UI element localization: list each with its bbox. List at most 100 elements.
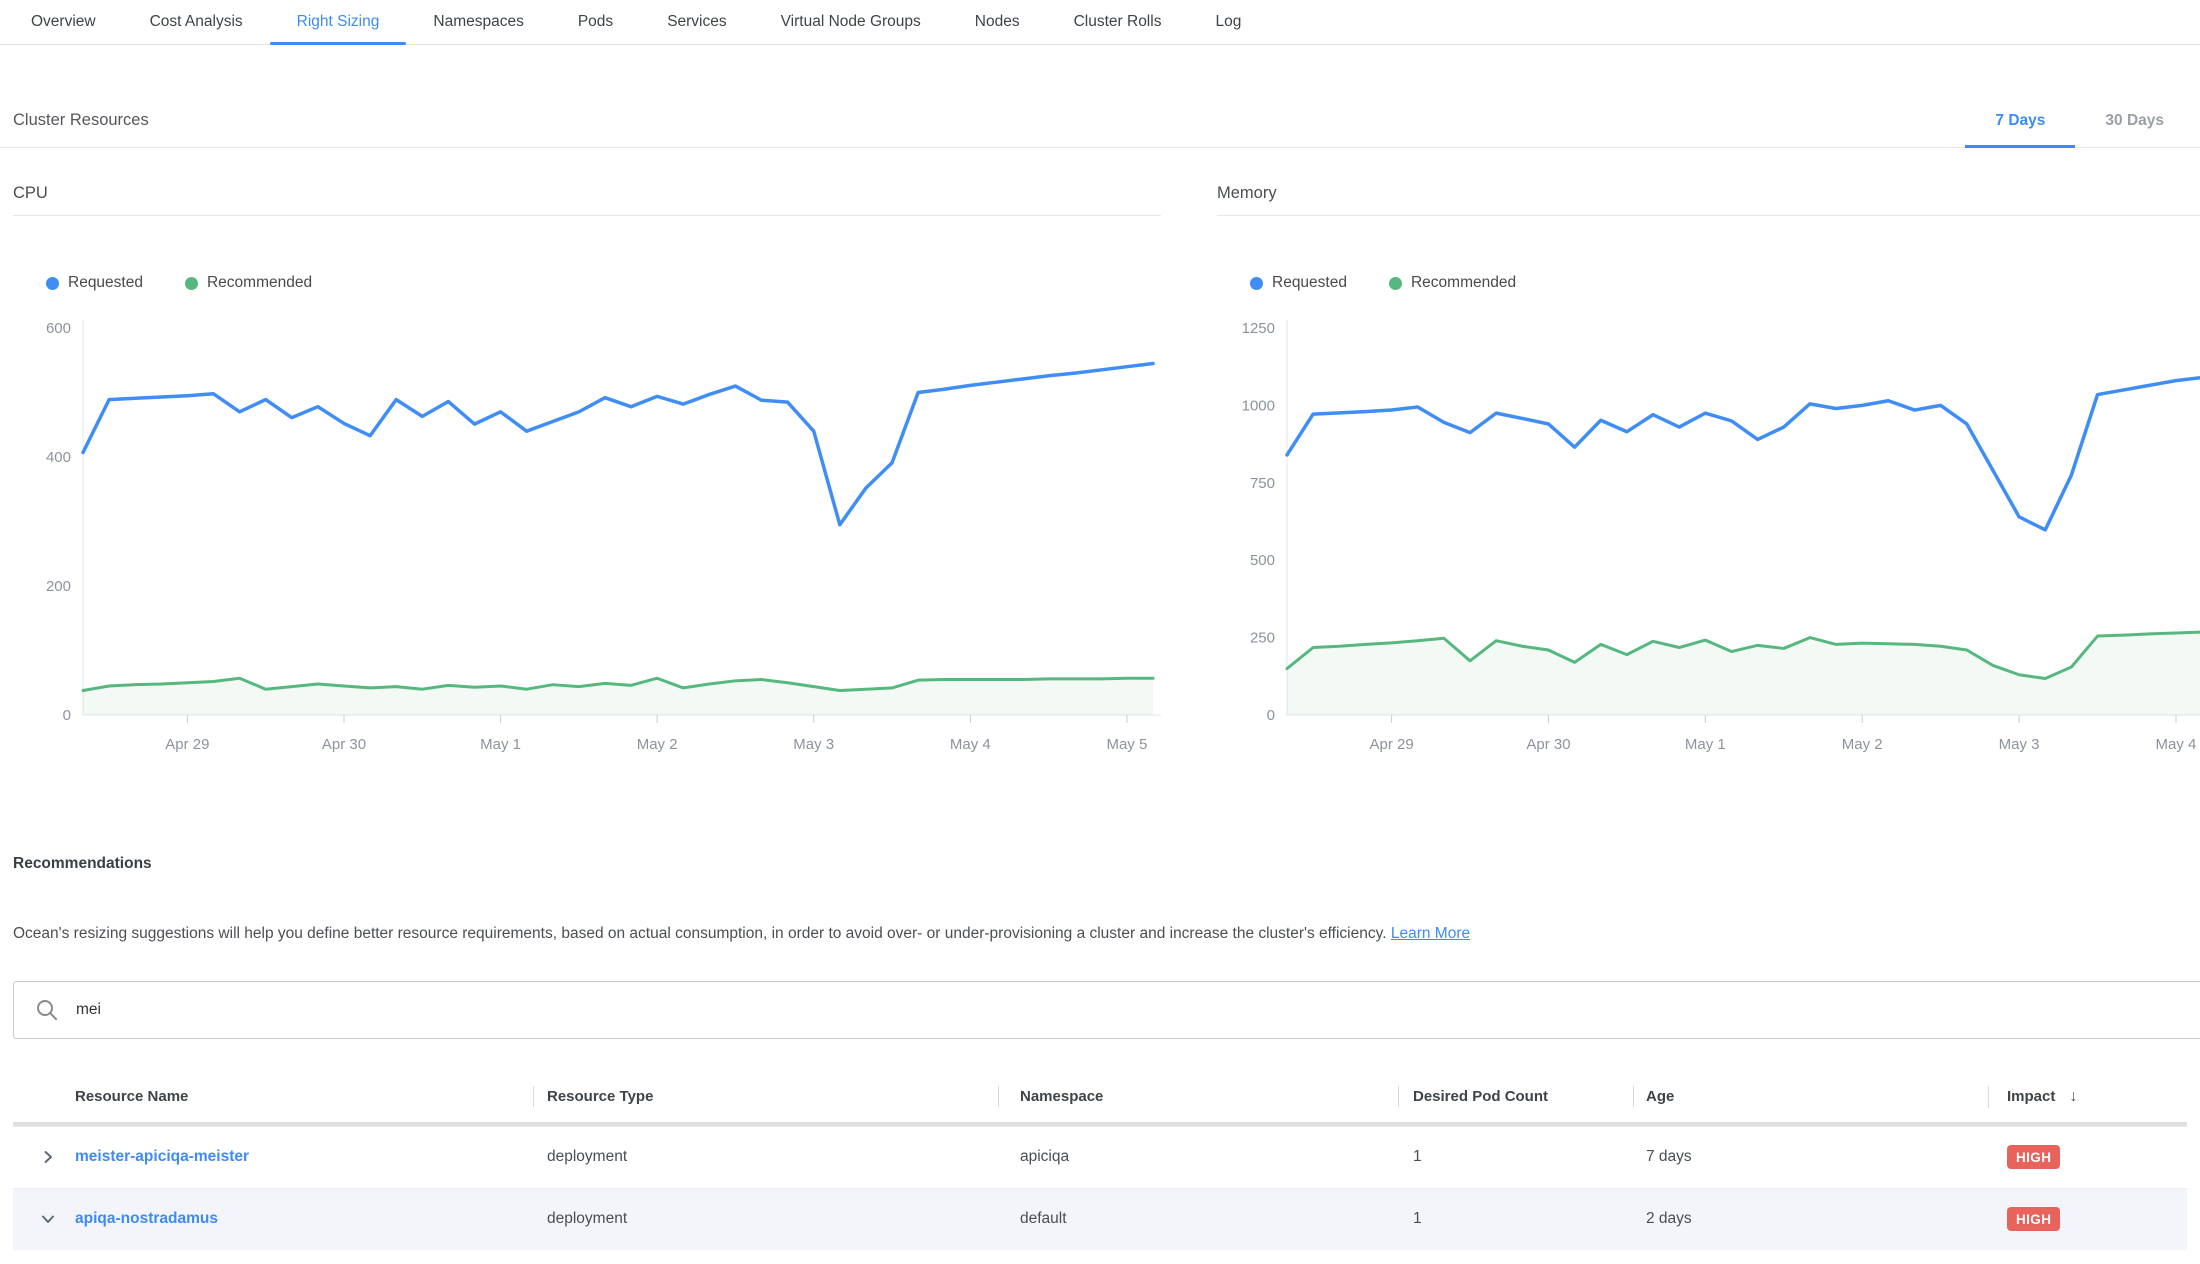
memory-line-chart: 025050075010001250Apr 29Apr 30May 1May 2… <box>1217 304 2200 779</box>
range-30-days-label: 30 Days <box>2105 112 2164 129</box>
tab-label: Nodes <box>975 13 1020 31</box>
learn-more-link[interactable]: Learn More <box>1391 925 1470 942</box>
desired-pod-count-cell: 1 <box>1398 1148 1633 1166</box>
tab-virtual-node-groups[interactable]: Virtual Node Groups <box>754 0 948 44</box>
resource-type-cell: deployment <box>533 1148 998 1166</box>
tab-namespaces[interactable]: Namespaces <box>406 0 550 44</box>
legend-label: Recommended <box>207 274 312 292</box>
section-title: Cluster Resources <box>0 111 149 147</box>
tab-right-sizing[interactable]: Right Sizing <box>270 0 407 44</box>
svg-text:Apr 30: Apr 30 <box>1526 736 1570 753</box>
svg-text:Apr 29: Apr 29 <box>1369 736 1413 753</box>
cpu-chart-title: CPU <box>13 184 1161 216</box>
table-row[interactable]: meister-apiciqa-meister deployment apici… <box>13 1126 2187 1188</box>
impact-cell: HIGH <box>1988 1207 2187 1231</box>
legend-item-requested[interactable]: Requested <box>1250 274 1347 292</box>
svg-text:750: 750 <box>1250 475 1275 492</box>
search-input[interactable] <box>13 981 2200 1039</box>
requested-dot-icon <box>46 277 59 290</box>
recommendations-table: Resource Name Resource Type Namespace De… <box>13 1069 2187 1250</box>
legend-label: Recommended <box>1411 274 1516 292</box>
range-30-days[interactable]: 30 Days <box>2075 112 2194 147</box>
resource-name-cell: apiqa-nostradamus <box>75 1210 533 1228</box>
table-header-row: Resource Name Resource Type Namespace De… <box>13 1069 2187 1126</box>
collapse-row-button[interactable] <box>37 1208 59 1230</box>
tab-services[interactable]: Services <box>640 0 753 44</box>
tab-label: Virtual Node Groups <box>781 13 921 31</box>
column-header-impact[interactable]: Impact ↓ <box>1988 1088 2187 1122</box>
desired-pod-count-cell: 1 <box>1398 1210 1633 1228</box>
legend-item-requested[interactable]: Requested <box>46 274 143 292</box>
svg-text:Apr 30: Apr 30 <box>322 736 366 753</box>
expand-row-button[interactable] <box>37 1146 59 1168</box>
recommendations-description: Ocean's resizing suggestions will help y… <box>13 923 2187 945</box>
svg-text:May 2: May 2 <box>1842 736 1883 753</box>
resource-name-link[interactable]: apiqa-nostradamus <box>75 1210 218 1227</box>
column-header-namespace: Namespace <box>998 1088 1398 1121</box>
legend-item-recommended[interactable]: Recommended <box>185 274 312 292</box>
resource-name-cell: meister-apiciqa-meister <box>75 1148 533 1166</box>
cpu-line-chart: 0200400600Apr 29Apr 30May 1May 2May 3May… <box>13 304 1161 779</box>
svg-text:200: 200 <box>46 578 71 595</box>
svg-text:May 1: May 1 <box>480 736 521 753</box>
active-tab-underline <box>270 42 407 45</box>
svg-text:250: 250 <box>1250 630 1275 647</box>
tab-label: Overview <box>31 13 96 31</box>
svg-text:500: 500 <box>1250 552 1275 569</box>
impact-high-badge: HIGH <box>2007 1145 2060 1169</box>
chevron-right-icon <box>39 1148 57 1166</box>
sort-desc-icon: ↓ <box>2070 1088 2078 1105</box>
chevron-down-icon <box>39 1210 57 1228</box>
svg-text:May 3: May 3 <box>1999 736 2040 753</box>
tab-cluster-rolls[interactable]: Cluster Rolls <box>1047 0 1189 44</box>
tab-overview[interactable]: Overview <box>4 0 123 44</box>
recommendations-title: Recommendations <box>13 855 2187 873</box>
table-row[interactable]: apiqa-nostradamus deployment default 1 2… <box>13 1188 2187 1250</box>
top-tab-bar: Overview Cost Analysis Right Sizing Name… <box>0 0 2200 45</box>
svg-text:May 4: May 4 <box>2156 736 2197 753</box>
column-header-resource-name: Resource Name <box>75 1088 533 1121</box>
range-7-days[interactable]: 7 Days <box>1965 112 2075 147</box>
recommendations-section: Recommendations Ocean's resizing suggest… <box>13 855 2187 1250</box>
column-header-resource-type: Resource Type <box>533 1088 998 1121</box>
recommended-dot-icon <box>185 277 198 290</box>
memory-chart-title: Memory <box>1217 184 2200 216</box>
age-cell: 2 days <box>1633 1210 1988 1228</box>
svg-text:Apr 29: Apr 29 <box>165 736 209 753</box>
tab-label: Log <box>1215 13 1241 31</box>
tab-nodes[interactable]: Nodes <box>948 0 1047 44</box>
resource-name-link[interactable]: meister-apiciqa-meister <box>75 1148 249 1165</box>
tab-label: Pods <box>578 13 613 31</box>
recommended-dot-icon <box>1389 277 1402 290</box>
legend-label: Requested <box>68 274 143 292</box>
impact-cell: HIGH <box>1988 1145 2187 1169</box>
svg-text:1000: 1000 <box>1242 397 1275 414</box>
tab-label: Cluster Rolls <box>1074 13 1162 31</box>
cpu-chart-legend: Requested Recommended <box>46 274 1161 292</box>
header-spacer <box>13 1097 75 1113</box>
legend-item-recommended[interactable]: Recommended <box>1389 274 1516 292</box>
namespace-cell: default <box>998 1210 1398 1228</box>
tab-log[interactable]: Log <box>1188 0 1268 44</box>
namespace-cell: apiciqa <box>998 1148 1398 1166</box>
column-header-age: Age <box>1633 1088 1988 1121</box>
svg-text:May 5: May 5 <box>1106 736 1147 753</box>
impact-high-badge: HIGH <box>2007 1207 2060 1231</box>
tab-cost-analysis[interactable]: Cost Analysis <box>123 0 270 44</box>
tab-label: Cost Analysis <box>150 13 243 31</box>
memory-chart-panel: Memory Requested Recommended 0 250 500 750 1… <box>1217 184 2200 779</box>
svg-text:May 2: May 2 <box>637 736 678 753</box>
svg-text:0: 0 <box>1267 707 1275 724</box>
row-expand-cell <box>13 1146 75 1168</box>
svg-text:600: 600 <box>46 320 71 337</box>
range-7-days-label: 7 Days <box>1995 112 2045 129</box>
resource-type-cell: deployment <box>533 1210 998 1228</box>
search-bar <box>13 981 2187 1039</box>
requested-dot-icon <box>1250 277 1263 290</box>
tab-label: Namespaces <box>433 13 523 31</box>
charts-row: CPU Requested Recommended 0200400600Apr … <box>0 148 2200 779</box>
tab-pods[interactable]: Pods <box>551 0 640 44</box>
recommendations-text: Ocean's resizing suggestions will help y… <box>13 925 1387 942</box>
legend-label: Requested <box>1272 274 1347 292</box>
tab-label: Right Sizing <box>297 13 380 31</box>
